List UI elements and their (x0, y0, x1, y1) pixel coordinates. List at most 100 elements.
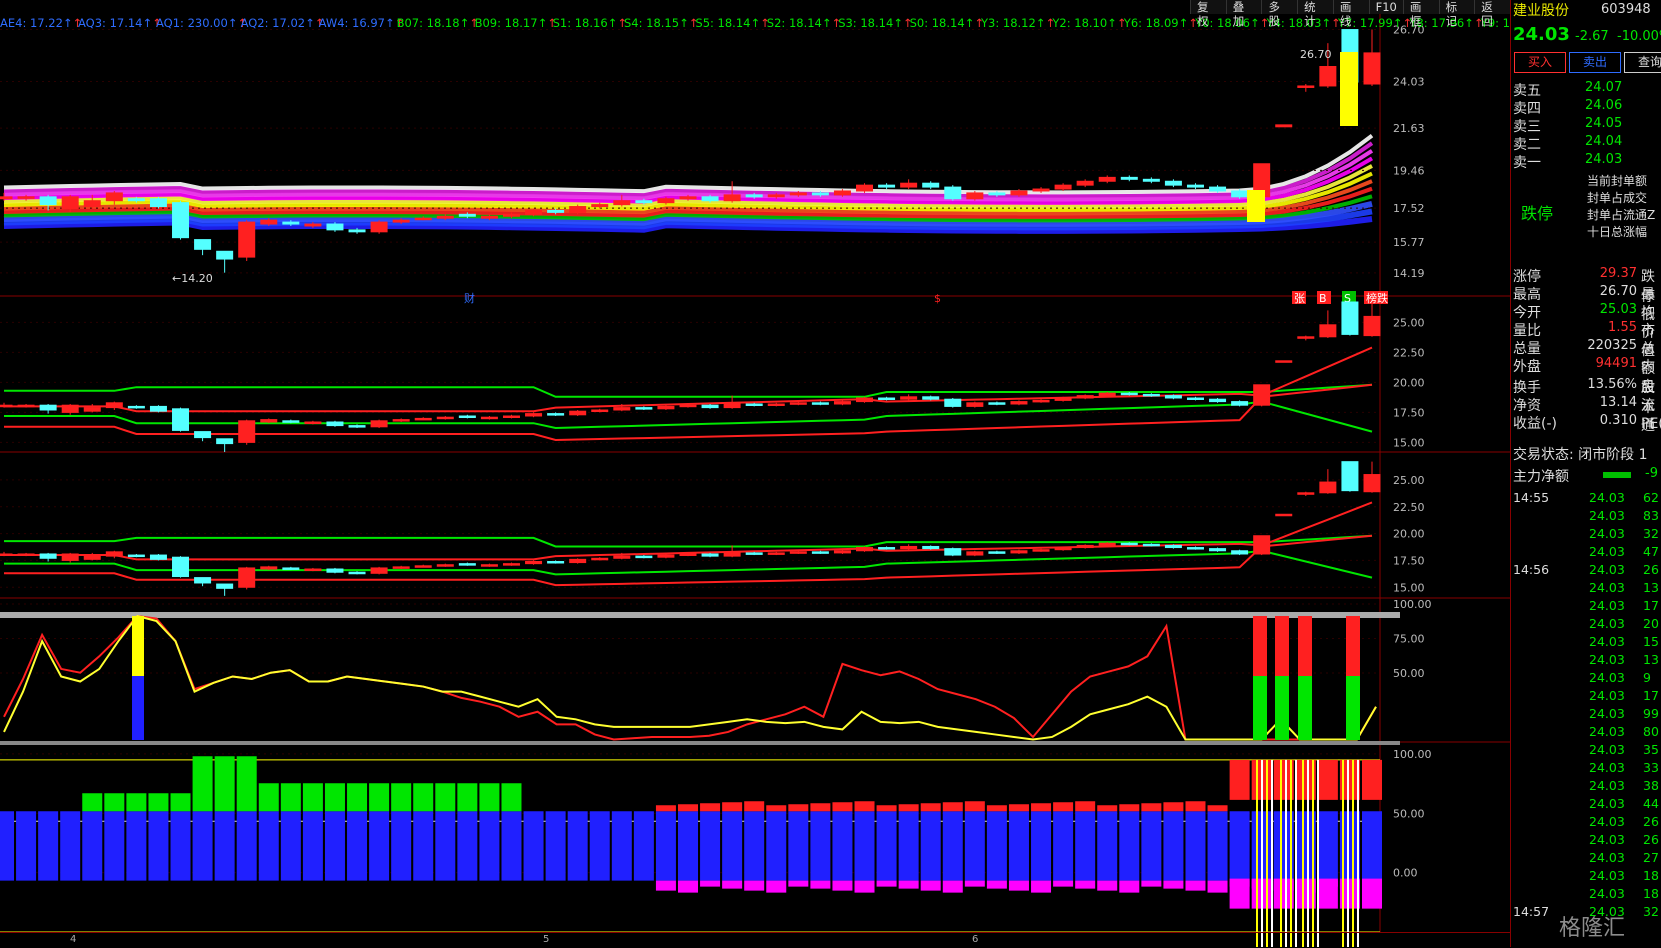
candle-body (502, 415, 520, 418)
toolbar-item[interactable]: 画线 (1332, 0, 1369, 28)
ask-price: 24.07 (1585, 80, 1623, 95)
candle-body (149, 405, 167, 412)
y-tick-label: 19.46 (1393, 164, 1425, 177)
tick-volume: 17 (1643, 688, 1659, 703)
candle-body (436, 215, 454, 219)
chart-canvas[interactable]: 26.7024.0321.6319.4617.5215.7714.1926.70… (0, 0, 1510, 947)
toolbar-item[interactable]: F10 (1368, 0, 1403, 14)
tick-price: 24.03 (1589, 598, 1625, 613)
tick-row: 24.03 80 (1511, 724, 1661, 742)
candle-body (1076, 544, 1094, 549)
candle-body (878, 397, 896, 400)
toolbar-item[interactable]: 画框 (1402, 0, 1439, 28)
candle-body (458, 213, 476, 217)
y-tick-label: 15.00 (1393, 581, 1425, 594)
axis-month-mark: 5 (543, 934, 550, 945)
candle-body (1209, 398, 1227, 403)
candle-body (1253, 384, 1271, 406)
strength-bar-up (214, 756, 235, 812)
strength-bar (1097, 811, 1118, 881)
toolbar-item[interactable]: 返回 (1474, 0, 1510, 28)
tick-price: 24.03 (1589, 670, 1625, 685)
candle-body (701, 553, 719, 557)
tick-row: 24.03 13 (1511, 580, 1661, 598)
tick-volume: 27 (1643, 850, 1659, 865)
price-change-pct: -10.00% (1617, 29, 1661, 44)
toolbar-item[interactable]: 复权 (1190, 0, 1226, 28)
candle-body (613, 407, 631, 411)
tick-time: 14:57 (1513, 904, 1550, 919)
strength-bar (435, 811, 456, 881)
sell-button[interactable]: 卖出 (1569, 52, 1621, 73)
osc-marker (1346, 676, 1360, 740)
toolbar-item[interactable]: 多股 (1261, 0, 1298, 28)
strength-bar (391, 811, 412, 881)
stripe (1342, 759, 1344, 947)
chart-area[interactable]: 26.70 24.03 21.63 19.46 17.52 15.77 14.19 26.70… (0, 0, 1548, 947)
candle-body (856, 184, 874, 192)
strength-bar (611, 811, 632, 881)
candle-body (657, 405, 675, 410)
candle-body (414, 217, 432, 221)
strength-bar-up (435, 783, 456, 812)
candle-body (326, 223, 344, 231)
strength-bar-down (766, 880, 787, 893)
tick-row: 14:56 24.03 26 (1511, 562, 1661, 580)
strength-bar (964, 811, 985, 881)
strength-bar (214, 811, 235, 881)
strength-bar-down (1185, 880, 1206, 891)
stripe (1317, 759, 1319, 947)
strength-bar-down (1053, 880, 1074, 887)
strength-bar-up (1097, 805, 1118, 812)
candle-body (1253, 535, 1271, 555)
strength-bar (501, 811, 522, 881)
query-button[interactable]: 查询 (1624, 52, 1661, 73)
candle-body (1297, 492, 1315, 495)
highlight-bar (1247, 190, 1265, 222)
toolbar-item[interactable]: 叠加 (1225, 0, 1262, 28)
candle-body (1032, 549, 1050, 552)
candle-body (657, 198, 675, 204)
tick-volume: 15 (1643, 634, 1659, 649)
stripe (1312, 759, 1314, 947)
osc-marker (132, 676, 144, 740)
ask-label: 卖三 (1513, 119, 1541, 135)
stat-label: 外盘 (1513, 359, 1541, 375)
stat-label: 最高 (1513, 287, 1541, 303)
indicator-value: S1: 18.16↑↑ (552, 16, 627, 30)
candle-body (194, 577, 212, 584)
candle-body (745, 403, 763, 406)
stat-value: 29.37 (1599, 266, 1637, 281)
toolbar-item[interactable]: 统计 (1297, 0, 1333, 28)
y-tick-label: 100.00 (1393, 598, 1432, 611)
candle-body (1275, 360, 1293, 363)
y-tick-label: 0.00 (1393, 867, 1418, 880)
tick-row: 24.03 9 (1511, 670, 1661, 688)
buy-button[interactable]: 买入 (1514, 52, 1566, 73)
candle-body (1164, 180, 1182, 186)
stat-label: 收益(-) (1513, 416, 1557, 432)
osc-top-band (0, 612, 1400, 618)
toolbar-item[interactable]: 标记 (1438, 0, 1475, 28)
tick-row: 24.03 13 (1511, 652, 1661, 670)
ask-label: 卖一 (1513, 155, 1541, 171)
strength-bar-up (722, 802, 743, 812)
strength-bar-up (457, 783, 478, 812)
candle-body (1076, 180, 1094, 186)
candle-body (216, 438, 234, 445)
strength-bar-up (920, 803, 941, 812)
strength-bar-down (1207, 880, 1228, 893)
strength-bar-down (832, 880, 853, 891)
candle-body (767, 194, 785, 198)
candle-body (1209, 548, 1227, 552)
candle-body (591, 557, 609, 561)
stat-row: 外盘 94491 内盘 (1511, 356, 1661, 395)
candle-body (414, 417, 432, 421)
candle-body (172, 408, 190, 431)
candle-body (1142, 178, 1160, 182)
strength-bar-down (876, 880, 897, 887)
event-label: 榜跌 (1366, 291, 1388, 305)
ask-row: 卖四 24.06 (1511, 98, 1661, 117)
watermark: 格隆汇 (1559, 916, 1626, 941)
osc-line (3, 614, 1377, 741)
